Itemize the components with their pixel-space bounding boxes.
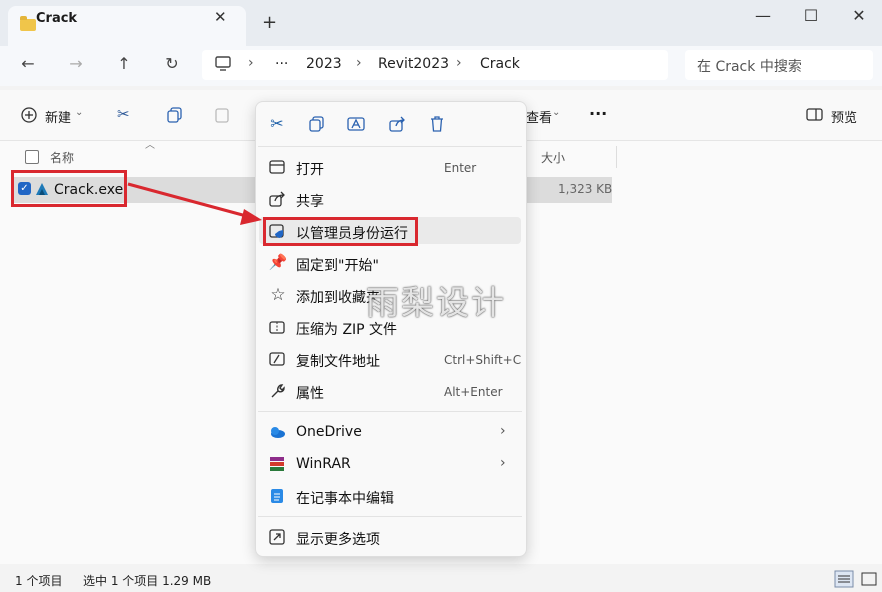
refresh-button[interactable]: ↻ — [160, 54, 184, 73]
star-icon: ☆ — [270, 285, 286, 305]
breadcrumb-separator: › — [456, 55, 462, 71]
submenu-arrow-icon: › — [500, 423, 506, 439]
search-placeholder: 在 Crack 中搜索 — [697, 59, 802, 75]
back-button[interactable]: ← — [16, 54, 40, 73]
breadcrumb-crack[interactable]: Crack — [480, 56, 520, 72]
more-options-button[interactable]: ··· — [589, 104, 607, 123]
item-count: 1 个项目 — [15, 574, 63, 588]
delete-icon[interactable] — [428, 115, 446, 133]
share-icon[interactable] — [388, 115, 406, 133]
column-size-header[interactable]: 大小 — [541, 149, 565, 166]
onedrive-icon — [271, 427, 285, 438]
tab-close-icon[interactable]: ✕ — [214, 8, 227, 26]
more-options-icon — [269, 529, 285, 545]
close-window-button[interactable]: ✕ — [844, 6, 874, 25]
breadcrumb-more[interactable]: ··· — [275, 56, 288, 72]
folder-icon — [20, 16, 36, 31]
cut-icon[interactable]: ✂ — [266, 114, 288, 133]
file-size: 1,323 KB — [558, 182, 613, 196]
pin-icon: 📌 — [268, 253, 288, 271]
cut-icon[interactable]: ✂ — [117, 105, 130, 123]
shortcut-open: Enter — [444, 161, 477, 175]
open-icon — [269, 160, 285, 174]
maximize-button[interactable]: ☐ — [796, 6, 826, 25]
up-button[interactable]: ↑ — [112, 54, 136, 73]
menu-item-properties[interactable]: 属性 — [296, 383, 324, 403]
tab-title: Crack — [36, 11, 78, 26]
sort-ascending-icon: ︿ — [145, 140, 155, 151]
highlight-box-file — [11, 170, 127, 207]
menu-divider — [258, 411, 522, 412]
menu-item-winrar[interactable]: WinRAR — [296, 456, 351, 472]
shortcut-properties: Alt+Enter — [444, 385, 503, 399]
menu-item-show-more-options[interactable]: 显示更多选项 — [296, 529, 380, 549]
forward-button[interactable]: → — [64, 54, 88, 73]
menu-divider — [258, 146, 522, 147]
breadcrumb-revit2023[interactable]: Revit2023 — [378, 56, 449, 72]
wrench-icon — [271, 384, 285, 398]
menu-item-pin-to-start[interactable]: 固定到"开始" — [296, 255, 379, 275]
chevron-down-icon: ⌄ — [552, 107, 561, 118]
new-button[interactable]: 新建 — [45, 107, 71, 126]
rename-icon[interactable] — [347, 115, 365, 133]
chevron-down-icon: ⌄ — [75, 107, 84, 118]
copy-icon[interactable] — [166, 106, 184, 124]
selection-info: 选中 1 个项目 1.29 MB — [83, 574, 212, 588]
copy-icon[interactable] — [308, 115, 326, 133]
menu-item-copy-path[interactable]: 复制文件地址 — [296, 351, 380, 371]
view-button[interactable]: 查看 — [526, 107, 552, 126]
watermark-text: 雨梨设计 — [366, 283, 506, 322]
menu-item-edit-in-notepad[interactable]: 在记事本中编辑 — [296, 488, 394, 508]
details-view-icon[interactable] — [834, 570, 854, 588]
notepad-icon — [271, 489, 283, 503]
preview-pane-icon — [806, 108, 823, 121]
menu-item-share[interactable]: 共享 — [296, 191, 324, 211]
shortcut-copy-path: Ctrl+Shift+C — [444, 353, 522, 367]
breadcrumb-separator: › — [248, 55, 254, 71]
highlight-box-run-as-admin — [263, 217, 418, 246]
preview-button[interactable]: 预览 — [831, 107, 857, 126]
share-icon — [269, 191, 285, 207]
tiles-view-icon[interactable] — [860, 570, 878, 588]
menu-divider — [258, 516, 522, 517]
breadcrumb-separator: › — [356, 55, 362, 71]
plus-circle-icon — [21, 107, 37, 123]
select-all-checkbox[interactable] — [25, 150, 39, 164]
column-name-header[interactable]: 名称 — [50, 149, 74, 166]
copy-path-icon — [269, 352, 285, 366]
minimize-button[interactable]: — — [748, 6, 778, 25]
column-divider — [616, 146, 617, 168]
zip-folder-icon — [269, 321, 285, 334]
new-tab-button[interactable]: + — [262, 12, 277, 33]
computer-icon — [215, 56, 231, 71]
paste-icon[interactable] — [213, 106, 231, 124]
submenu-arrow-icon: › — [500, 455, 506, 471]
menu-item-open[interactable]: 打开 — [296, 159, 324, 179]
winrar-icon — [270, 457, 284, 471]
breadcrumb-2023[interactable]: 2023 — [306, 56, 342, 72]
menu-item-onedrive[interactable]: OneDrive — [296, 424, 362, 440]
